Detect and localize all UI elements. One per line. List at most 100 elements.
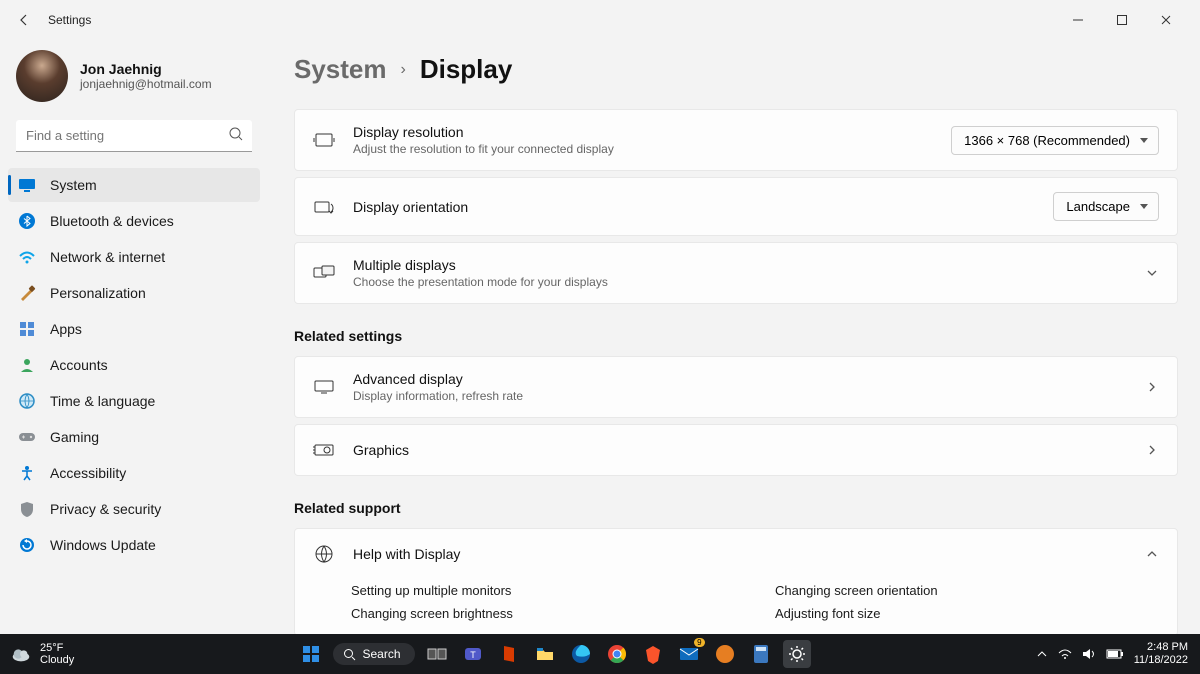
nav-gaming[interactable]: Gaming bbox=[8, 420, 260, 454]
row-subtitle: Adjust the resolution to fit your connec… bbox=[353, 142, 933, 156]
nav-label: Accessibility bbox=[50, 465, 126, 481]
search-box[interactable] bbox=[16, 120, 252, 152]
apps-icon bbox=[18, 320, 36, 338]
help-globe-icon bbox=[313, 543, 335, 565]
help-link[interactable]: Changing screen brightness bbox=[351, 606, 735, 621]
help-link[interactable]: Changing screen orientation bbox=[775, 583, 1159, 598]
chevron-down-icon bbox=[1145, 266, 1159, 280]
search-input[interactable] bbox=[16, 120, 252, 152]
avatar bbox=[16, 50, 68, 102]
monitor-icon bbox=[313, 376, 335, 398]
office-icon[interactable] bbox=[495, 640, 523, 668]
taskbar-center: Search T 9 bbox=[84, 640, 1024, 668]
nav-label: Accounts bbox=[50, 357, 108, 373]
taskbar-search-label: Search bbox=[362, 647, 400, 661]
chrome-icon[interactable] bbox=[603, 640, 631, 668]
explorer-icon[interactable] bbox=[531, 640, 559, 668]
wifi-icon bbox=[18, 248, 36, 266]
nav-label: Time & language bbox=[50, 393, 155, 409]
person-icon bbox=[18, 356, 36, 374]
user-profile[interactable]: Jon Jaehnig jonjaehnig@hotmail.com bbox=[8, 40, 260, 120]
resolution-icon bbox=[313, 129, 335, 151]
back-button[interactable] bbox=[12, 8, 36, 32]
start-button[interactable] bbox=[297, 640, 325, 668]
row-display-resolution[interactable]: Display resolution Adjust the resolution… bbox=[294, 109, 1178, 171]
task-view-icon[interactable] bbox=[423, 640, 451, 668]
title-bar: Settings bbox=[0, 0, 1200, 40]
breadcrumb-parent[interactable]: System bbox=[294, 54, 387, 85]
nav-label: Personalization bbox=[50, 285, 146, 301]
globe-clock-icon bbox=[18, 392, 36, 410]
row-title: Graphics bbox=[353, 442, 1127, 458]
row-multiple-displays[interactable]: Multiple displays Choose the presentatio… bbox=[294, 242, 1178, 304]
nav-accounts[interactable]: Accounts bbox=[8, 348, 260, 382]
maximize-button[interactable] bbox=[1100, 5, 1144, 35]
close-button[interactable] bbox=[1144, 5, 1188, 35]
nav-label: Apps bbox=[50, 321, 82, 337]
taskbar-search[interactable]: Search bbox=[333, 643, 414, 665]
mail-icon[interactable]: 9 bbox=[675, 640, 703, 668]
settings-app-icon[interactable] bbox=[783, 640, 811, 668]
nav-network[interactable]: Network & internet bbox=[8, 240, 260, 274]
nav-privacy[interactable]: Privacy & security bbox=[8, 492, 260, 526]
update-icon bbox=[18, 536, 36, 554]
tray-volume-icon[interactable] bbox=[1082, 648, 1096, 660]
gamepad-icon bbox=[18, 428, 36, 446]
help-link[interactable]: Adjusting font size bbox=[775, 606, 1159, 621]
nav-label: Privacy & security bbox=[50, 501, 161, 517]
calculator-icon[interactable] bbox=[747, 640, 775, 668]
row-display-orientation[interactable]: Display orientation Landscape bbox=[294, 177, 1178, 236]
nav-label: Network & internet bbox=[50, 249, 165, 265]
taskbar-weather[interactable]: 25°F Cloudy bbox=[0, 642, 84, 666]
chevron-right-icon bbox=[1145, 380, 1159, 394]
tray-wifi-icon[interactable] bbox=[1058, 648, 1072, 660]
brave-icon[interactable] bbox=[639, 640, 667, 668]
breadcrumb-current: Display bbox=[420, 54, 513, 85]
resolution-dropdown[interactable]: 1366 × 768 (Recommended) bbox=[951, 126, 1159, 155]
gpu-icon bbox=[313, 439, 335, 461]
tray-chevron-icon[interactable] bbox=[1036, 648, 1048, 660]
nav-time-language[interactable]: Time & language bbox=[8, 384, 260, 418]
row-help-with-display: Help with Display Setting up multiple mo… bbox=[294, 528, 1178, 634]
orientation-icon bbox=[313, 196, 335, 218]
nav-accessibility[interactable]: Accessibility bbox=[8, 456, 260, 490]
app-icon-orange[interactable] bbox=[711, 640, 739, 668]
breadcrumb: System › Display bbox=[294, 54, 1178, 85]
weather-cond: Cloudy bbox=[40, 654, 74, 666]
nav-bluetooth[interactable]: Bluetooth & devices bbox=[8, 204, 260, 238]
taskbar-clock[interactable]: 2:48 PM 11/18/2022 bbox=[1134, 641, 1188, 667]
help-links: Setting up multiple monitors Changing sc… bbox=[295, 579, 1177, 634]
user-name: Jon Jaehnig bbox=[80, 61, 212, 77]
row-subtitle: Choose the presentation mode for your di… bbox=[353, 275, 1127, 289]
search-icon bbox=[343, 648, 356, 661]
nav-label: Gaming bbox=[50, 429, 99, 445]
teams-icon[interactable]: T bbox=[459, 640, 487, 668]
nav-personalization[interactable]: Personalization bbox=[8, 276, 260, 310]
search-icon bbox=[228, 126, 244, 142]
chevron-right-icon: › bbox=[401, 61, 406, 79]
nav-system[interactable]: System bbox=[8, 168, 260, 202]
help-header[interactable]: Help with Display bbox=[295, 529, 1177, 579]
sidebar: Jon Jaehnig jonjaehnig@hotmail.com Syste… bbox=[0, 40, 268, 634]
system-icon bbox=[18, 176, 36, 194]
row-graphics[interactable]: Graphics bbox=[294, 424, 1178, 476]
cloud-icon bbox=[10, 645, 32, 663]
tray-battery-icon[interactable] bbox=[1106, 649, 1124, 659]
orientation-dropdown[interactable]: Landscape bbox=[1053, 192, 1159, 221]
clock-date: 11/18/2022 bbox=[1134, 654, 1188, 667]
chevron-right-icon bbox=[1145, 443, 1159, 457]
row-subtitle: Display information, refresh rate bbox=[353, 389, 1127, 403]
row-title: Display resolution bbox=[353, 124, 933, 140]
nav-apps[interactable]: Apps bbox=[8, 312, 260, 346]
edge-icon[interactable] bbox=[567, 640, 595, 668]
taskbar-right: 2:48 PM 11/18/2022 bbox=[1024, 641, 1200, 667]
nav-label: Windows Update bbox=[50, 537, 156, 553]
section-related-settings: Related settings bbox=[294, 328, 1178, 344]
nav-windows-update[interactable]: Windows Update bbox=[8, 528, 260, 562]
row-advanced-display[interactable]: Advanced display Display information, re… bbox=[294, 356, 1178, 418]
section-related-support: Related support bbox=[294, 500, 1178, 516]
minimize-button[interactable] bbox=[1056, 5, 1100, 35]
main-content: System › Display Display resolution Adju… bbox=[268, 40, 1200, 634]
help-link[interactable]: Setting up multiple monitors bbox=[351, 583, 735, 598]
clock-time: 2:48 PM bbox=[1134, 641, 1188, 654]
